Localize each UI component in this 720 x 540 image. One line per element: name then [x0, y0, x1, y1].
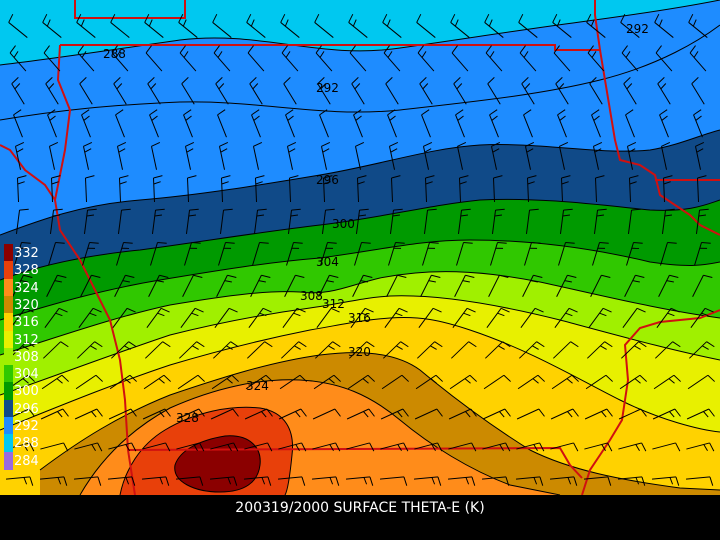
- contour-label: 312: [322, 297, 345, 311]
- legend-label: 296: [14, 401, 39, 417]
- contour-label: 296: [316, 173, 339, 187]
- contour-label: 292: [626, 22, 649, 36]
- legend-swatch: [4, 261, 13, 280]
- legend-swatch: [4, 365, 13, 384]
- contour-label: 308: [300, 289, 323, 303]
- contour-label: 304: [316, 255, 339, 269]
- legend-swatch: [4, 451, 13, 470]
- contour-label: 324: [246, 379, 269, 393]
- legend-swatch: [4, 347, 13, 366]
- legend-swatch: [4, 244, 13, 262]
- legend-swatch: [4, 399, 13, 418]
- legend-swatch: [4, 330, 13, 349]
- legend-label: 332: [14, 246, 39, 261]
- map-caption: 200319/2000 SURFACE THETA-E (K): [235, 500, 485, 516]
- contour-label: 328: [176, 411, 199, 425]
- legend-label: 328: [14, 263, 39, 279]
- legend-swatch: [4, 313, 13, 332]
- legend-label: 308: [14, 349, 39, 365]
- theta-e-map: 288 292 292 296 300 304 308 312 316 320 …: [0, 0, 720, 495]
- legend-label: 312: [14, 332, 39, 348]
- legend-label: 320: [14, 297, 39, 313]
- legend-label: 304: [14, 367, 39, 383]
- legend-swatch: [4, 417, 13, 435]
- legend-swatch: [4, 295, 13, 314]
- theta-e-map-view: 288 292 292 296 300 304 308 312 316 320 …: [0, 0, 720, 540]
- legend-label: 324: [14, 280, 39, 296]
- legend-label: 292: [14, 419, 39, 434]
- color-legend: 332 328 324 320 316 312 308 304 300 296 292 288 284: [4, 244, 44, 512]
- legend-label: 284: [14, 453, 39, 469]
- contour-label: 316: [348, 311, 371, 325]
- contour-label: 320: [348, 345, 371, 359]
- legend-label: 316: [14, 315, 39, 331]
- contour-label: 288: [103, 47, 126, 61]
- legend-label: 288: [14, 436, 39, 452]
- legend-swatch: [4, 278, 13, 297]
- contour-label: 300: [332, 217, 355, 231]
- contour-label: 292: [316, 81, 339, 95]
- legend-label: 300: [14, 384, 39, 400]
- legend-swatch: [4, 434, 13, 453]
- legend-swatch: [4, 382, 13, 401]
